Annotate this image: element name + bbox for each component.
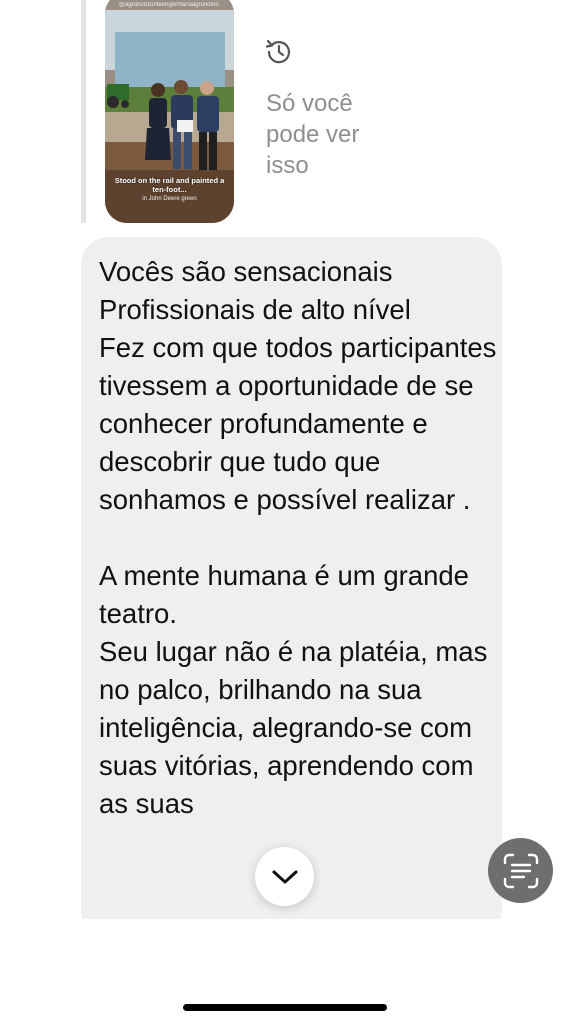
story-handle: @agrohorizonteengenhariaagronomo <box>119 2 219 8</box>
view-once-label: Só você pode ver isso <box>266 90 360 179</box>
reply-indicator-bar <box>81 0 86 223</box>
chevron-down-icon <box>272 870 297 883</box>
scroll-down-button[interactable] <box>255 847 314 906</box>
text-scan-icon <box>503 853 538 888</box>
clock-rewind-icon <box>265 39 291 64</box>
live-text-button[interactable] <box>488 838 553 903</box>
message-text: Vocês são sensacionais Profissionais de … <box>99 256 497 819</box>
story-caption: Stood on the rail and painted a ten-foot… <box>114 176 225 194</box>
message-bubble[interactable]: Vocês são sensacionais Profissionais de … <box>81 237 502 937</box>
story-thumbnail[interactable]: @agrohorizonteengenhariaagronomo Stood o… <box>105 0 234 223</box>
home-indicator[interactable] <box>183 1004 387 1011</box>
story-subcaption: in John Deere green <box>142 196 197 202</box>
